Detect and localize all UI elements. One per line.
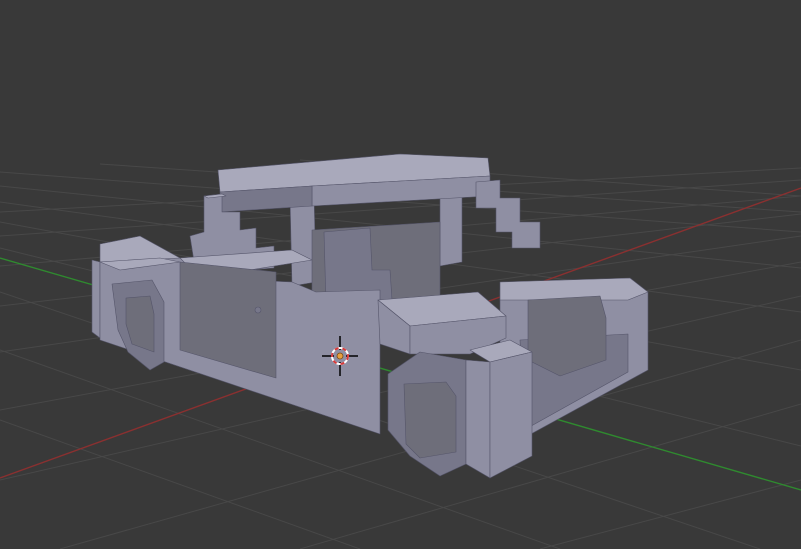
rear-wheel-hub: [403, 381, 457, 459]
door-handle: [254, 306, 262, 314]
front-grille-face: [91, 259, 101, 339]
rear-quarter-side: [465, 359, 491, 479]
rear-wheel-far: [527, 295, 607, 377]
rear-quarter-front: [489, 351, 533, 479]
floor-grid: [0, 159, 801, 549]
rear-tray-rim: [499, 277, 649, 301]
3d-viewport[interactable]: [0, 0, 801, 549]
